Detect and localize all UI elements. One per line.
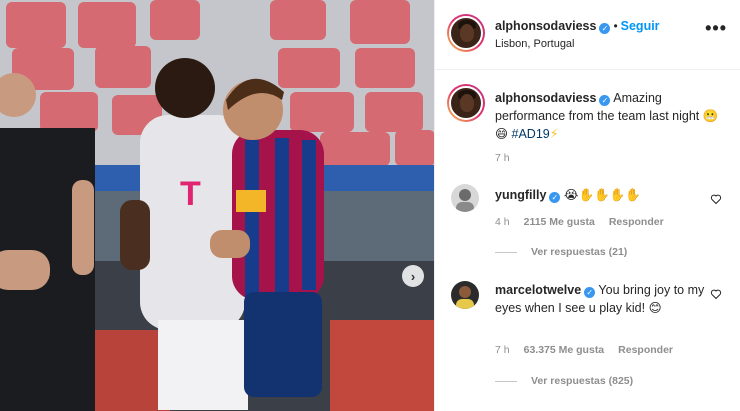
- view-replies-label: Ver respuestas (21): [531, 246, 628, 258]
- view-replies-button[interactable]: Ver respuestas (825): [495, 375, 633, 387]
- comment-time[interactable]: 4 h: [495, 216, 510, 228]
- lightning-icon: ⚡: [549, 126, 559, 141]
- author-avatar[interactable]: [447, 14, 485, 52]
- separator-dot: •: [613, 19, 618, 33]
- verified-badge-icon: ✓: [599, 23, 611, 34]
- comment-body: 😭✋✋✋✋: [563, 187, 641, 202]
- comment-time[interactable]: 7 h: [495, 344, 510, 356]
- verified-badge-icon: ✓: [599, 95, 611, 106]
- comment-username[interactable]: marcelotwelve: [495, 283, 581, 297]
- comment-text: yungfilly ✓ 😭✋✋✋✋: [495, 186, 715, 204]
- comment-meta: 4 h 2115 Me gusta Responder: [495, 216, 664, 228]
- post-caption: alphonsodaviess ✓ Amazing performance fro…: [495, 90, 730, 143]
- post-header: alphonsodaviess ✓ • Seguir Lisbon, Portugal…: [435, 0, 740, 70]
- comment-likes[interactable]: 63.375 Me gusta: [524, 344, 605, 356]
- like-heart-icon[interactable]: [710, 288, 722, 300]
- caption-hashtag[interactable]: #AD19: [512, 127, 550, 141]
- verified-badge-icon: ✓: [584, 287, 596, 298]
- divider-line: [495, 380, 517, 382]
- comment-meta: 7 h 63.375 Me gusta Responder: [495, 344, 673, 356]
- author-line: alphonsodaviess ✓ • Seguir: [495, 17, 660, 35]
- follow-button[interactable]: Seguir: [621, 19, 660, 33]
- caption-username[interactable]: alphonsodaviess: [495, 91, 596, 105]
- view-replies-label: Ver respuestas (825): [531, 375, 634, 387]
- divider-line: [495, 251, 517, 253]
- comment-emoji: 😊: [648, 300, 662, 315]
- post-photo[interactable]: T ›: [0, 0, 434, 411]
- comment-username[interactable]: yungfilly: [495, 188, 546, 202]
- post-sidebar: alphonsodaviess ✓ • Seguir Lisbon, Portugal…: [434, 0, 740, 411]
- stadium-photo: T: [0, 0, 434, 411]
- next-image-button[interactable]: ›: [402, 265, 424, 287]
- chevron-right-icon: ›: [410, 268, 416, 284]
- comment-avatar[interactable]: [451, 184, 479, 212]
- comment-avatar[interactable]: [451, 281, 479, 309]
- comment-text: marcelotwelve ✓ You bring joy to my eyes …: [495, 282, 715, 317]
- comment-likes[interactable]: 2115 Me gusta: [524, 216, 595, 228]
- svg-text:T: T: [180, 175, 201, 213]
- author-username[interactable]: alphonsodaviess: [495, 19, 596, 33]
- verified-badge-icon: ✓: [549, 192, 561, 203]
- reply-button[interactable]: Responder: [618, 344, 673, 356]
- like-heart-icon[interactable]: [710, 193, 722, 205]
- reply-button[interactable]: Responder: [609, 216, 664, 228]
- view-replies-button[interactable]: Ver respuestas (21): [495, 246, 627, 258]
- post-location[interactable]: Lisbon, Portugal: [495, 38, 575, 50]
- caption-avatar[interactable]: [447, 84, 485, 122]
- more-options-icon[interactable]: •••: [705, 19, 727, 37]
- post-time[interactable]: 7 h: [495, 152, 510, 164]
